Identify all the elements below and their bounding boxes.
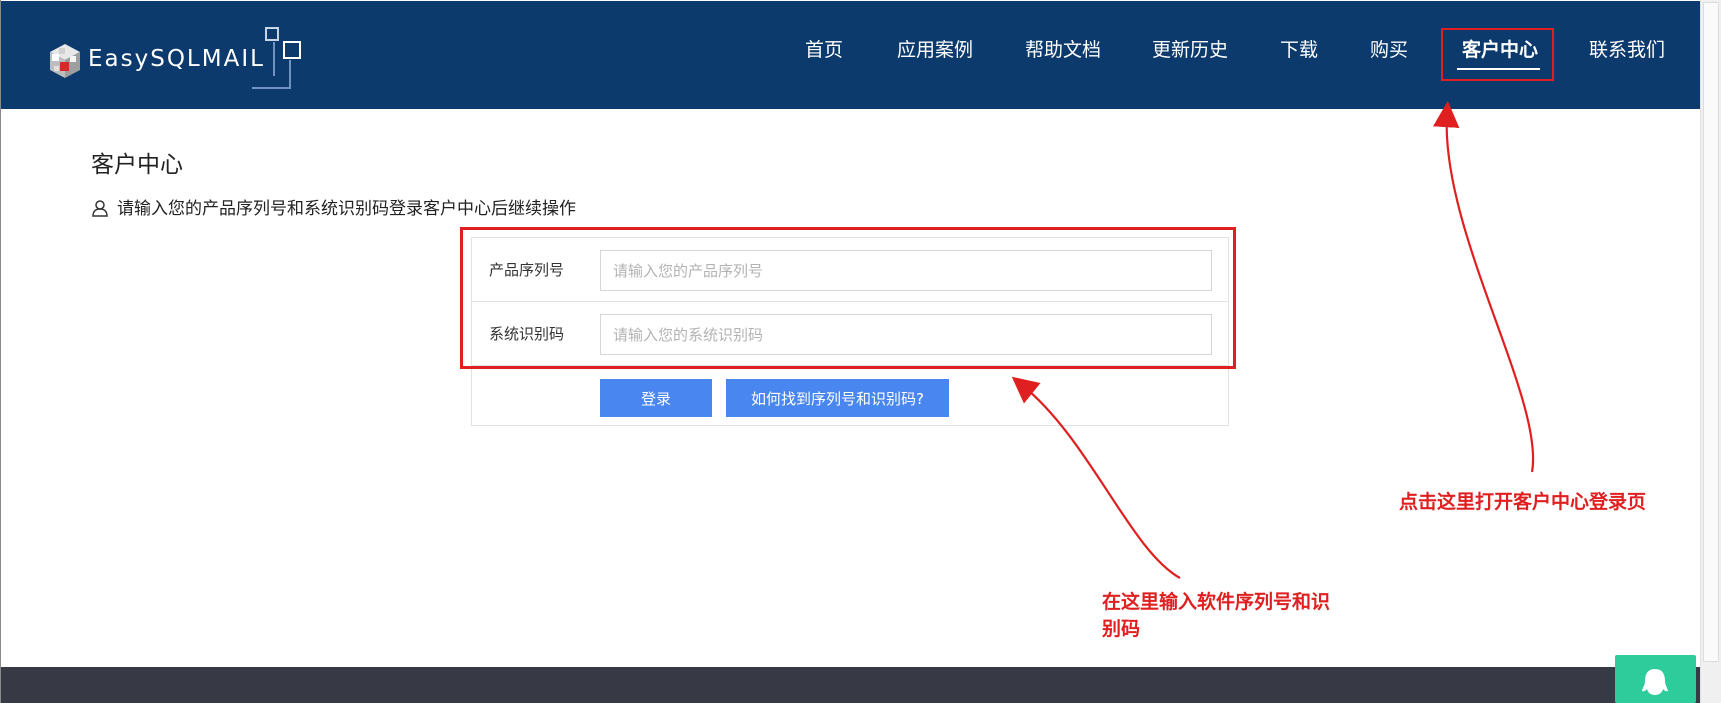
nav-contact[interactable]: 联系我们 (1589, 28, 1665, 72)
find-serial-help-button[interactable]: 如何找到序列号和识别码? (726, 379, 949, 417)
vertical-scrollbar[interactable] (1700, 0, 1721, 703)
user-icon (92, 200, 108, 217)
annotation-box-nav (1441, 28, 1554, 81)
nav-cases[interactable]: 应用案例 (897, 28, 973, 72)
chat-widget[interactable] (1615, 655, 1696, 703)
logo-decoration-icon (252, 27, 301, 89)
login-hint-text: 请输入您的产品序列号和系统识别码登录客户中心后继续操作 (117, 199, 576, 219)
page-title: 客户中心 (91, 152, 183, 178)
nav-docs[interactable]: 帮助文档 (1025, 28, 1101, 72)
annotation-nav-note: 点击这里打开客户中心登录页 (1399, 491, 1647, 513)
qq-penguin-icon (1642, 669, 1668, 695)
arrow-to-nav (1433, 100, 1535, 473)
site-footer (1, 667, 1701, 703)
window-left-border (0, 0, 1, 703)
logo-cube-icon (50, 44, 80, 78)
login-hint: 请输入您的产品序列号和系统识别码登录客户中心后继续操作 (91, 194, 576, 219)
annotation-box-form (460, 227, 1236, 369)
nav-download[interactable]: 下载 (1280, 28, 1318, 72)
nav-buy[interactable]: 购买 (1370, 28, 1408, 72)
logo-text: EasySQLMAIL (88, 46, 265, 72)
login-button[interactable]: 登录 (600, 379, 712, 417)
nav-history[interactable]: 更新历史 (1152, 28, 1228, 72)
nav-home[interactable]: 首页 (805, 28, 843, 72)
page: EasySQLMAIL 首页 应用案例 帮助文档 更新历史 下载 购买 客户中心… (0, 0, 1721, 703)
annotation-form-note: 在这里输入软件序列号和识别码 (1102, 591, 1331, 640)
scrollbar-thumb[interactable] (1703, 2, 1719, 662)
site-logo[interactable]: EasySQLMAIL (46, 26, 306, 96)
